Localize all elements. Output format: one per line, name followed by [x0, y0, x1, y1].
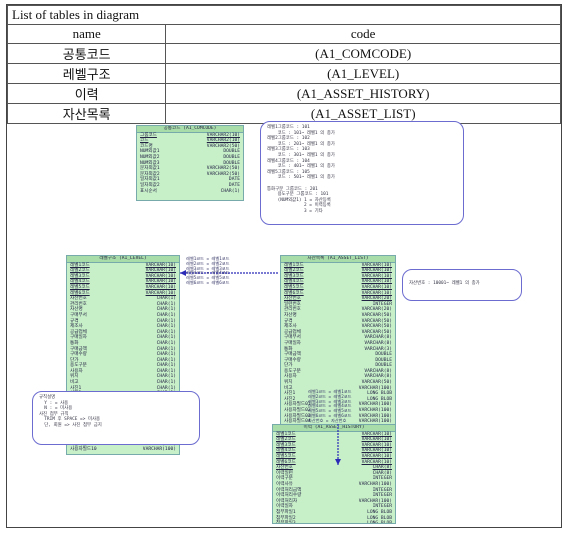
note-group-codes[interactable]: 레벨1그룹코드 : 101 코드 : 101~ 레벨1 의 종가 레벨2그룹코드… — [260, 121, 464, 225]
cell-code: (A1_COMCODE) — [165, 43, 561, 64]
entity-column: 표시순서 CHAR(1) — [137, 189, 243, 195]
entity-column: 첨부파일3 LONG BLOB — [273, 521, 395, 524]
column-type: CHAR(1) — [220, 188, 240, 194]
entity-column: 사용자필드10 VARCHAR(100) — [67, 447, 179, 453]
note-asset-number[interactable]: 자산번호 : 10001~ 레벨1 의 종가 — [402, 269, 522, 301]
entity-asset-history[interactable]: 이력 (A1_ASSET_HISTORY) 레벨1코드 VARCHAR(10) 레벨… — [272, 424, 396, 524]
entity-header: 공통코드 (A1_COMCODE) — [137, 126, 243, 133]
note-rules[interactable]: 규칙설명 Y : = 사용 N : = 미사용 사진 첨부 규칙 TRIM 후 … — [32, 391, 200, 445]
cell-code: (A1_ASSET_HISTORY) — [165, 83, 561, 104]
table-header-row: name code — [6, 24, 561, 44]
rel-level-list-label: 레벨1코드 = 레벨1코드 레벨2코드 = 레벨2코드 레벨3코드 = 레벨3코… — [186, 256, 230, 285]
entity-header: 레벨구조 (A1_LEVEL) — [67, 256, 179, 263]
er-diagram: 공통코드 (A1_COMCODE) 그룹코드 VARCHAR2(10) 코드 VARC… — [8, 121, 560, 527]
header-code: code — [165, 24, 561, 44]
entity-header: 자산목록 (A1_ASSET_LIST) — [281, 256, 395, 263]
table-title: List of tables in diagram — [7, 5, 561, 25]
table-row: 이력 (A1_ASSET_HISTORY) — [6, 83, 561, 104]
cell-code: (A1_LEVEL) — [165, 63, 561, 84]
cell-name: 이력 — [6, 83, 167, 104]
entity-comcode[interactable]: 공통코드 (A1_COMCODE) 그룹코드 VARCHAR2(10) 코드 VARC… — [136, 125, 244, 201]
entity-header: 이력 (A1_ASSET_HISTORY) — [273, 425, 395, 432]
column-type: LONG BLOB — [367, 521, 392, 524]
column-name: 사용자필드10 — [70, 447, 97, 453]
column-name: 첨부파일3 — [276, 521, 296, 524]
table-list: List of tables in diagram name code 공통코드… — [6, 5, 561, 124]
table-title-row: List of tables in diagram — [7, 5, 561, 25]
column-name: 표시순서 — [140, 188, 157, 194]
table-row: 공통코드 (A1_COMCODE) — [6, 43, 561, 64]
cell-name: 공통코드 — [6, 43, 167, 64]
rel-list-history-label: 레벨1코드 = 레벨1코드 레벨2코드 = 레벨2코드 레벨3코드 = 레벨3코… — [308, 389, 352, 423]
column-type: VARCHAR(100) — [142, 447, 176, 453]
table-row: 레벨구조 (A1_LEVEL) — [6, 63, 561, 84]
cell-name: 레벨구조 — [6, 63, 167, 84]
document-frame: List of tables in diagram name code 공통코드… — [6, 4, 562, 528]
header-name: name — [6, 24, 167, 44]
